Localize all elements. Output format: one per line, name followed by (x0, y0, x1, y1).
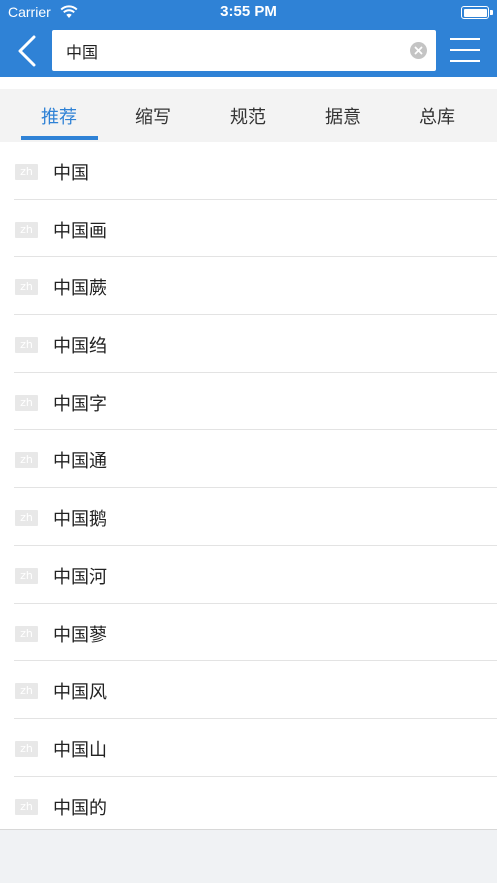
list-item-text: 中国蕨 (53, 278, 107, 300)
list-item-text: 中国画 (53, 220, 107, 242)
list-item-text: 中国蓼 (53, 624, 107, 646)
language-badge: zh (15, 452, 38, 469)
list-item-text: 中国鹅 (53, 509, 107, 531)
status-bar: Carrier 3:55 PM (0, 0, 497, 26)
list-item[interactable]: zh 中国画 (0, 200, 497, 258)
list-item[interactable]: zh 中国蓼 (0, 604, 497, 662)
language-badge: zh (15, 798, 38, 815)
language-badge: zh (15, 510, 38, 527)
keyboard-area (0, 829, 497, 883)
list-item-text: 中国山 (53, 739, 107, 761)
list-item[interactable]: zh 中国鹅 (0, 488, 497, 546)
list-item[interactable]: zh 中国的 (0, 777, 497, 835)
search-input[interactable] (66, 30, 406, 71)
tab-full-library[interactable]: 总库 (398, 89, 476, 142)
list-item-text: 中国绉 (53, 336, 107, 358)
top-bar: Carrier 3:55 PM (0, 0, 497, 77)
list-item[interactable]: zh 中国绉 (0, 315, 497, 373)
clear-search-button[interactable] (410, 42, 427, 59)
active-tab-indicator (21, 136, 98, 140)
list-item-text: 中国字 (53, 393, 107, 415)
hamburger-menu-icon (450, 38, 480, 40)
list-item[interactable]: zh 中国河 (0, 546, 497, 604)
language-badge: zh (15, 567, 38, 584)
tab-abbreviation[interactable]: 缩写 (114, 89, 192, 142)
list-item-text: 中国风 (53, 682, 107, 704)
list-item-text: 中国的 (53, 797, 107, 819)
language-badge: zh (15, 279, 38, 296)
tab-bar: 推荐 缩写 规范 据意 总库 (0, 89, 497, 142)
list-item-text: 中国通 (53, 451, 107, 473)
list-item[interactable]: zh 中国蕨 (0, 257, 497, 315)
language-badge: zh (15, 740, 38, 757)
list-item[interactable]: zh 中国 (0, 142, 497, 200)
list-item[interactable]: zh 中国通 (0, 430, 497, 488)
language-badge: zh (15, 683, 38, 700)
clear-icon (414, 46, 423, 55)
language-badge: zh (15, 221, 38, 238)
results-list: zh 中国 zh 中国画 zh 中国蕨 zh 中国绉 zh 中国字 zh 中国通 zh 中国鹅… (0, 142, 497, 834)
battery-icon (461, 6, 493, 19)
back-button[interactable] (10, 32, 44, 70)
list-item-text: 中国河 (53, 566, 107, 588)
status-time: 3:55 PM (220, 3, 277, 20)
tab-recommend[interactable]: 推荐 (20, 89, 98, 142)
chevron-left-icon (18, 35, 36, 67)
search-box (52, 30, 436, 71)
list-item[interactable]: zh 中国字 (0, 373, 497, 431)
list-item[interactable]: zh 中国山 (0, 719, 497, 777)
language-badge: zh (15, 164, 38, 180)
tab-meaning[interactable]: 据意 (304, 89, 382, 142)
language-badge: zh (15, 394, 38, 411)
language-badge: zh (15, 337, 38, 354)
menu-button[interactable] (448, 34, 482, 66)
language-badge: zh (15, 625, 38, 642)
list-item-text: 中国 (53, 163, 89, 184)
tab-standard[interactable]: 规范 (209, 89, 287, 142)
list-item[interactable]: zh 中国风 (0, 661, 497, 719)
